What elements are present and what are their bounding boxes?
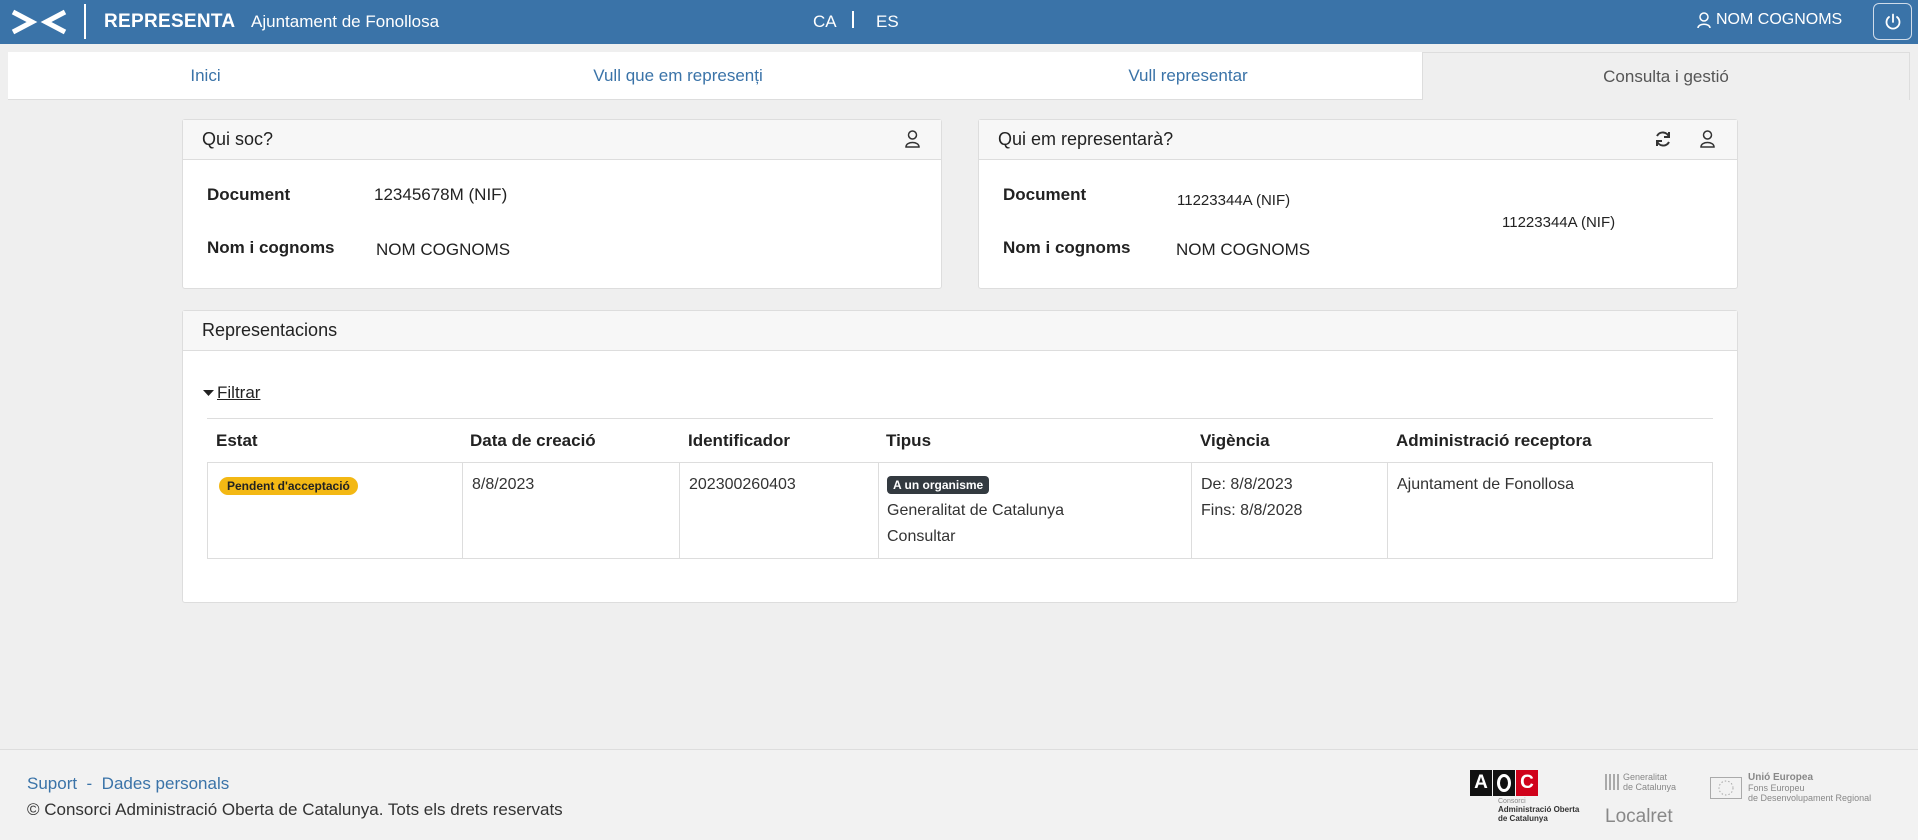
power-icon	[1885, 13, 1900, 30]
tab-vull-representar[interactable]: Vull representar	[953, 52, 1423, 100]
language-es-link[interactable]: ES	[876, 12, 899, 32]
generalitat-stripes-icon	[1605, 774, 1619, 790]
top-navbar: REPRESENTA Ajuntament de Fonollosa CA ES…	[0, 0, 1918, 44]
valid-from: De: 8/8/2023	[1201, 476, 1293, 493]
footer-link-separator: -	[86, 774, 93, 793]
eu-flag-icon	[1710, 776, 1742, 799]
tab-vull-que-em-representi[interactable]: Vull que em represenți	[403, 52, 953, 100]
aoc-caption-3: de Catalunya	[1498, 814, 1548, 823]
aoc-letter-c: C	[1516, 770, 1538, 796]
who-am-i-title: Qui soc?	[202, 129, 274, 149]
tab-consulta-i-gestio[interactable]: Consulta i gestió	[1422, 52, 1910, 100]
caret-down-icon	[203, 390, 214, 396]
generalitat-label-1: Generalitat	[1623, 772, 1668, 782]
who-represents-card: Qui em representarà? Document 11223344A …	[978, 119, 1738, 289]
personal-data-link[interactable]: Dades personals	[102, 774, 230, 793]
name-label: Nom i cognoms	[1003, 238, 1131, 257]
cell-divider	[679, 463, 680, 559]
logout-button[interactable]	[1873, 3, 1912, 40]
who-am-i-header: Qui soc?	[183, 120, 941, 160]
name-value: NOM COGNOMS	[1176, 240, 1311, 259]
receiver-administration: Ajuntament de Fonollosa	[1397, 476, 1574, 493]
cell-divider	[462, 463, 463, 559]
language-divider	[852, 11, 854, 28]
aoc-logo[interactable]: A C Consorci Administració Oberta de Cat…	[1470, 770, 1579, 823]
valid-to: Fins: 8/8/2028	[1201, 502, 1303, 519]
aoc-caption-2: Administració Oberta	[1498, 805, 1580, 814]
representations-title: Representacions	[202, 320, 338, 340]
column-header-vigencia[interactable]: Vigència	[1200, 431, 1270, 451]
cell-divider	[1191, 463, 1192, 559]
table-row[interactable]: Pendent d'acceptació 8/8/2023 2023002604…	[207, 463, 1713, 559]
column-header-data-creacio[interactable]: Data de creació	[470, 431, 596, 451]
user-icon[interactable]	[1700, 130, 1715, 148]
user-icon[interactable]	[905, 130, 920, 148]
aoc-letter-a: A	[1470, 770, 1492, 796]
who-represents-title: Qui em representarà?	[998, 129, 1174, 149]
localret-logo[interactable]: Localret	[1605, 806, 1673, 828]
name-label: Nom i cognoms	[207, 238, 335, 257]
eu-logo[interactable]: Unió Europea Fons Europeu de Desenvolupa…	[1710, 772, 1871, 803]
aoc-letter-o	[1493, 770, 1515, 796]
generalitat-logo[interactable]: Generalitat de Catalunya	[1605, 772, 1676, 792]
filter-toggle[interactable]: Filtrar	[203, 383, 260, 403]
logo-divider	[84, 4, 86, 39]
aoc-logo-mark: A C	[1470, 770, 1579, 796]
document-label: Document	[207, 185, 291, 204]
document-value: 12345678M (NIF)	[374, 185, 508, 204]
document-value: 11223344A (NIF)	[1177, 192, 1291, 209]
who-represents-header: Qui em representarà?	[979, 120, 1737, 160]
document-label: Document	[1003, 185, 1087, 204]
eu-label-3: de Desenvolupament Regional	[1748, 793, 1872, 803]
status-badge: Pendent d'acceptació	[219, 477, 358, 495]
support-link[interactable]: Suport	[27, 774, 77, 793]
representa-logo[interactable]	[10, 8, 68, 36]
language-ca-link[interactable]: CA	[813, 12, 837, 32]
table-header: Estat Data de creació Identificador Tipu…	[207, 418, 1713, 463]
type-cell: A un organisme Generalitat de Catalunya …	[887, 472, 1064, 550]
cell-divider	[878, 463, 879, 559]
type-badge: A un organisme	[887, 476, 990, 494]
identifier: 202300260403	[689, 476, 796, 493]
validity-cell: De: 8/8/2023 Fins: 8/8/2028	[1201, 472, 1302, 524]
who-am-i-card: Qui soc? Document 12345678M (NIF) Nom i …	[182, 119, 942, 289]
user-icon	[1697, 11, 1711, 28]
aoc-caption-1: Consorci	[1498, 798, 1526, 805]
tab-inici[interactable]: Inici	[8, 52, 403, 100]
copyright-text: © Consorci Administració Oberta de Catal…	[27, 800, 563, 819]
created-date: 8/8/2023	[472, 476, 535, 493]
representations-header: Representacions	[183, 311, 1737, 351]
organization-name: Ajuntament de Fonollosa	[251, 12, 440, 31]
generalitat-label-2: de Catalunya	[1623, 782, 1677, 792]
refresh-icon[interactable]	[1654, 130, 1672, 148]
type-organization: Generalitat de Catalunya	[887, 502, 1064, 519]
footer-links: Suport - Dades personals	[27, 774, 229, 794]
filter-label: Filtrar	[217, 383, 261, 402]
column-header-identificador[interactable]: Identificador	[688, 431, 790, 451]
page-footer: Suport - Dades personals © Consorci Admi…	[0, 749, 1918, 840]
column-header-administracio-receptora[interactable]: Administració receptora	[1396, 431, 1592, 451]
document-value-secondary: 11223344A (NIF)	[1502, 214, 1616, 231]
column-header-tipus[interactable]: Tipus	[886, 431, 931, 451]
app-name[interactable]: REPRESENTA	[104, 11, 235, 33]
eu-label-1: Unió Europea	[1748, 772, 1814, 783]
type-action: Consultar	[887, 528, 956, 545]
main-tabs: Inici Vull que em represenți Vull repres…	[8, 52, 1910, 100]
eu-label-2: Fons Europeu	[1748, 783, 1805, 793]
column-header-estat[interactable]: Estat	[216, 431, 258, 451]
user-name: NOM COGNOMS	[1716, 11, 1843, 28]
name-value: NOM COGNOMS	[376, 240, 511, 259]
user-menu[interactable]: NOM COGNOMS	[1697, 11, 1842, 29]
cell-divider	[1387, 463, 1388, 559]
